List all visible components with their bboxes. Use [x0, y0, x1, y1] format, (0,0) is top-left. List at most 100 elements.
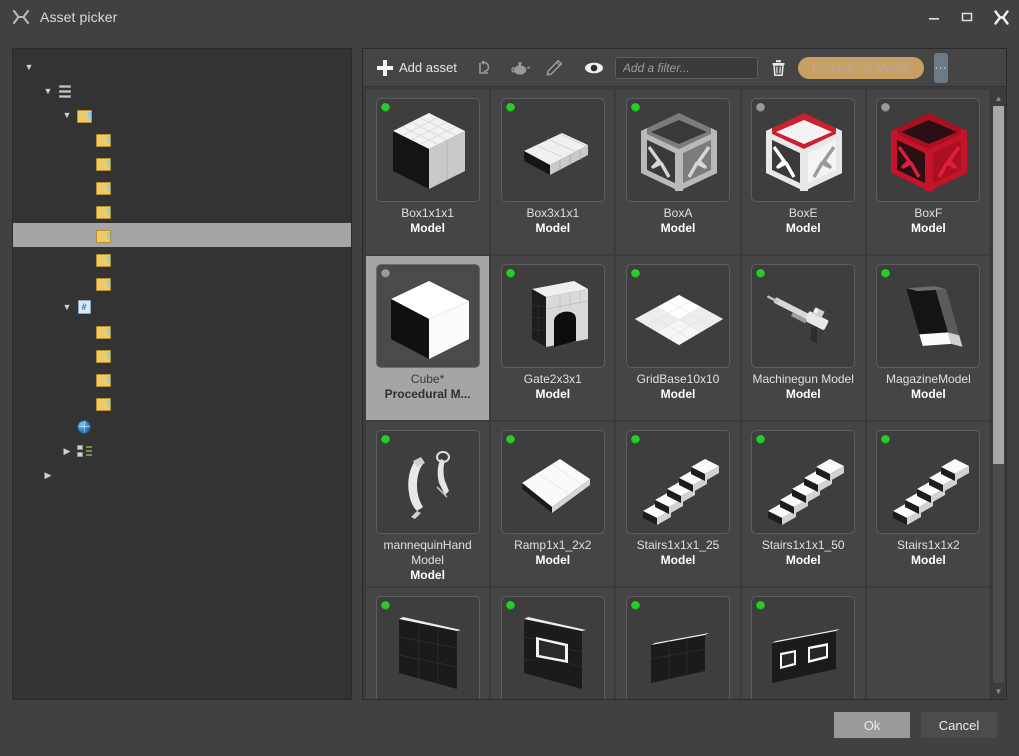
teapot-icon[interactable]: [503, 53, 537, 83]
dialog-body: ▼▼▼▼#▶▶ Add asset: [0, 34, 1019, 700]
asset-card-stairs1x1x1-25[interactable]: Stairs1x1x1_25Model: [616, 422, 739, 586]
asset-card-box1x1x1[interactable]: Box1x1x1Model: [366, 90, 489, 254]
chevron-right-icon[interactable]: ▶: [59, 446, 75, 457]
tree-item-properties[interactable]: [13, 367, 351, 391]
chevron-down-icon[interactable]: ▼: [21, 62, 37, 72]
scroll-down-arrow[interactable]: ▼: [991, 683, 1007, 699]
tree-item-lightshafts-game[interactable]: ▼#: [13, 295, 351, 319]
asset-card-boxa[interactable]: BoxAModel: [616, 90, 739, 254]
asset-card-gate2x3x1[interactable]: Gate2x3x1Model: [491, 256, 614, 420]
folder-icon: [96, 229, 110, 241]
tree-item-dependencies[interactable]: ▶: [13, 439, 351, 463]
asset-name: Gate2x3x1: [524, 372, 582, 387]
asset-card-wall-solid[interactable]: [366, 588, 489, 699]
active-filter-chip[interactable]: Procedural Model: [798, 57, 924, 79]
asset-name: BoxE: [789, 206, 818, 221]
tree-item-icon-placeholder: [37, 59, 55, 75]
tree-item-icon: [94, 179, 112, 195]
tree-item-textures[interactable]: [13, 247, 351, 271]
asset-thumbnail: [751, 98, 855, 202]
asset-card-ramp1x1-2x2[interactable]: Ramp1x1_2x2Model: [491, 422, 614, 586]
tree-item-lightshafts[interactable]: ▼: [13, 79, 351, 103]
windows-globe-icon: [77, 420, 91, 434]
chevron-right-icon[interactable]: ▶: [40, 470, 56, 481]
tree-item-icon: [94, 251, 112, 267]
asset-card-boxf[interactable]: BoxFModel: [867, 90, 990, 254]
close-button[interactable]: [983, 0, 1019, 34]
scrollbar-track[interactable]: [993, 106, 1004, 683]
asset-type: Model: [786, 221, 821, 236]
folder-icon: [96, 181, 110, 193]
asset-card-wall-2window[interactable]: [742, 588, 865, 699]
asset-name: mannequinHand Model: [369, 538, 487, 568]
asset-name: Cube*: [411, 372, 444, 387]
asset-name: Stairs1x1x1_50: [762, 538, 845, 553]
tree-item-icon: [75, 107, 93, 123]
folder-icon: [96, 277, 110, 289]
asset-card-gridbase10x10[interactable]: GridBase10x10Model: [616, 256, 739, 420]
asset-grid-scrollbar[interactable]: ▲ ▼: [990, 90, 1006, 699]
minimize-button[interactable]: [917, 0, 950, 34]
asset-type: Model: [410, 568, 445, 583]
asset-card-wall-thin[interactable]: [616, 588, 739, 699]
asset-card-box3x1x1[interactable]: Box3x1x1Model: [491, 90, 614, 254]
asset-name: Ramp1x1_2x2: [514, 538, 591, 553]
chevron-down-icon[interactable]: ▼: [59, 302, 75, 312]
asset-card-magazinemodel[interactable]: MagazineModelModel: [867, 256, 990, 420]
asset-type: Model: [535, 221, 570, 236]
tree-item-icon: [75, 419, 93, 435]
tree-item-player[interactable]: [13, 343, 351, 367]
tree-item-external-packages[interactable]: ▶: [13, 463, 351, 487]
tree-item-solution-light-shafts[interactable]: ▼: [13, 55, 351, 79]
tree-item-light-shafts-windows[interactable]: [13, 415, 351, 439]
more-options-label: ···: [935, 62, 948, 74]
chevron-down-icon[interactable]: ▼: [40, 86, 56, 96]
tree-item-models[interactable]: [13, 223, 351, 247]
pencil-icon[interactable]: [537, 53, 571, 83]
chevron-down-icon[interactable]: ▼: [59, 110, 75, 120]
asset-card-boxe[interactable]: BoxEModel: [742, 90, 865, 254]
asset-type: Procedural M...: [385, 387, 471, 402]
asset-card-machinegun-model[interactable]: Machinegun ModelModel: [742, 256, 865, 420]
asset-name: Box3x1x1: [526, 206, 579, 221]
tree-item-icon: [94, 227, 112, 243]
tree-item-trigger[interactable]: [13, 391, 351, 415]
scrollbar-thumb[interactable]: [993, 106, 1004, 464]
folder-icon: [96, 397, 110, 409]
dialog-footer: Ok Cancel: [0, 700, 1019, 756]
asset-type: Model: [661, 553, 696, 568]
tree-item-blocksprefabs[interactable]: [13, 151, 351, 175]
tree-item-assets[interactable]: ▼: [13, 103, 351, 127]
tree-item-core[interactable]: [13, 319, 351, 343]
solution-tree-panel[interactable]: ▼▼▼▼#▶▶: [12, 48, 352, 700]
maximize-button[interactable]: [950, 0, 983, 34]
csharp-icon: #: [78, 300, 91, 314]
status-dot-green: [506, 103, 515, 112]
ok-button[interactable]: Ok: [834, 712, 910, 738]
asset-card-stairs1x1x2[interactable]: Stairs1x1x2Model: [867, 422, 990, 586]
status-dot-green: [631, 601, 640, 610]
filter-input[interactable]: [615, 57, 758, 79]
add-asset-button[interactable]: Add asset: [375, 57, 463, 79]
tree-item-materials[interactable]: [13, 199, 351, 223]
more-options-button[interactable]: ···: [934, 53, 948, 83]
asset-card-empty: [867, 588, 990, 699]
asset-card-wall-window[interactable]: [491, 588, 614, 699]
eye-icon[interactable]: [577, 53, 611, 83]
tree-item-vfxprefabs[interactable]: [13, 271, 351, 295]
asset-card-stairs1x1x1-50[interactable]: Stairs1x1x1_50Model: [742, 422, 865, 586]
asset-type: Model: [661, 221, 696, 236]
tree-item-icon: [75, 443, 93, 459]
reload-arrow-icon[interactable]: [469, 53, 503, 83]
trash-icon[interactable]: [764, 53, 794, 83]
tree-item-icon: [94, 203, 112, 219]
scroll-up-arrow[interactable]: ▲: [991, 90, 1007, 106]
tree-item-animations[interactable]: [13, 127, 351, 151]
title-bar: Asset picker: [0, 0, 1019, 34]
cancel-button[interactable]: Cancel: [921, 712, 997, 738]
asset-name: BoxA: [664, 206, 693, 221]
tree-item-collisionmeshes[interactable]: [13, 175, 351, 199]
asset-card-mannequinhand-model[interactable]: mannequinHand ModelModel: [366, 422, 489, 586]
asset-card-cube[interactable]: Cube*Procedural M...: [366, 256, 489, 420]
asset-thumbnail: [376, 98, 480, 202]
